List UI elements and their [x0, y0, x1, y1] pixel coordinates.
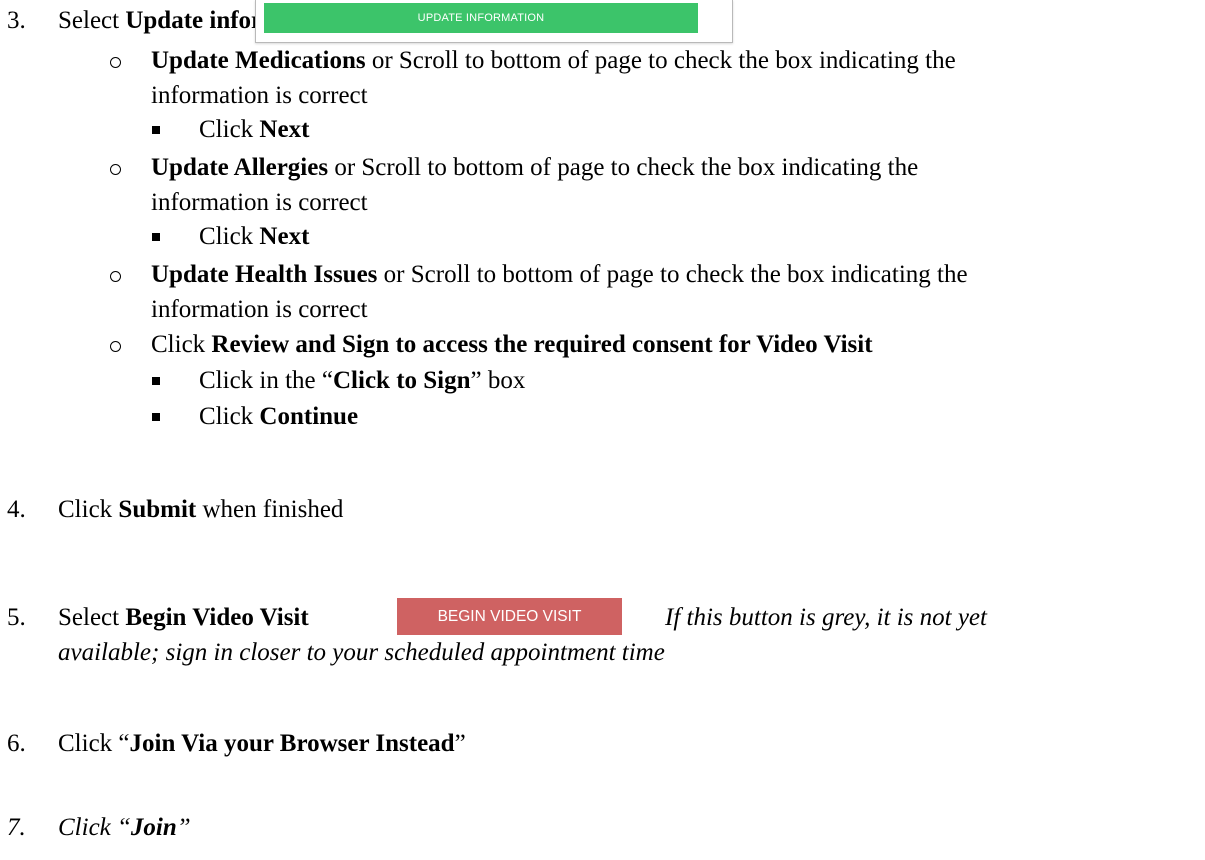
circle-bullet-icon	[110, 164, 121, 175]
step-7-pre: Click “	[58, 814, 131, 841]
circle-bullet-icon	[110, 271, 121, 282]
step-5-number: 5.	[7, 604, 26, 631]
step-3-number: 3.	[7, 7, 26, 34]
step-5-select: Select	[58, 604, 120, 631]
medications-click: Click	[199, 116, 254, 143]
step-4-number: 4.	[7, 496, 26, 523]
step-7-bold: Join	[130, 814, 177, 841]
step-4-pre: Click	[58, 496, 113, 523]
step-6-post: ”	[454, 730, 466, 757]
step-6-text: Click “Join Via your Browser Instead”	[58, 729, 466, 759]
medications-bold: Update Medications	[151, 47, 366, 74]
step-4-bold: Submit	[118, 496, 197, 523]
square-bullet-icon	[152, 413, 160, 421]
circle-bullet-icon	[110, 57, 121, 68]
medications-click-next: Click Next	[199, 115, 309, 145]
review-line: Click Review and Sign to access the requ…	[151, 330, 873, 360]
review-bold: Review and Sign to access the required c…	[211, 331, 873, 358]
step-3-select: Select	[58, 7, 120, 34]
health-line-1: Update Health Issues or Scroll to bottom…	[151, 260, 968, 290]
step-7-number: 7.	[7, 814, 26, 841]
allergies-next: Next	[259, 223, 310, 250]
continue-bold: Continue	[259, 403, 359, 430]
allergies-line-2: information is correct	[151, 189, 368, 216]
continue-line: Click Continue	[199, 402, 358, 432]
step-5-bold: Begin Video Visit	[125, 604, 309, 631]
medications-line-2: information is correct	[151, 82, 368, 109]
medications-next: Next	[259, 116, 310, 143]
medications-rest-1: or Scroll to bottom of page to check the…	[365, 47, 956, 74]
allergies-rest-1: or Scroll to bottom of page to check the…	[328, 154, 919, 181]
allergies-click: Click	[199, 223, 254, 250]
review-click: Click	[151, 331, 206, 358]
step-7-text: Click “Join”	[58, 813, 191, 843]
health-bold: Update Health Issues	[151, 261, 378, 288]
sign-pre: Click in the “	[199, 367, 333, 394]
health-rest-1: or Scroll to bottom of page to check the…	[377, 261, 968, 288]
step-6-pre: Click “	[58, 730, 130, 757]
square-bullet-icon	[152, 233, 160, 241]
begin-video-visit-button[interactable]: BEGIN VIDEO VISIT	[397, 598, 622, 635]
step-5-note-line-1: If this button is grey, it is not yet	[665, 604, 987, 631]
sign-post: ” box	[470, 367, 526, 394]
update-information-button[interactable]: UPDATE INFORMATION	[264, 3, 698, 33]
square-bullet-icon	[152, 126, 160, 134]
allergies-line-1: Update Allergies or Scroll to bottom of …	[151, 153, 918, 183]
health-line-2: information is correct	[151, 296, 368, 323]
circle-bullet-icon	[110, 341, 121, 352]
step-4-post: when finished	[196, 496, 344, 523]
step-6-number: 6.	[7, 730, 26, 757]
step-7-post: ”	[176, 814, 191, 841]
step-5-text: Select Begin Video Visit	[58, 603, 309, 633]
step-4-text: Click Submit when finished	[58, 495, 343, 525]
step-5-note-line-2: available; sign in closer to your schedu…	[58, 639, 665, 666]
click-to-sign-line: Click in the “Click to Sign” box	[199, 366, 525, 396]
allergies-click-next: Click Next	[199, 222, 309, 252]
medications-line-1: Update Medications or Scroll to bottom o…	[151, 46, 956, 76]
sign-bold: Click to Sign	[333, 367, 471, 394]
allergies-bold: Update Allergies	[151, 154, 329, 181]
square-bullet-icon	[152, 377, 160, 385]
continue-pre: Click	[199, 403, 254, 430]
step-6-bold: Join Via your Browser Instead	[129, 730, 455, 757]
